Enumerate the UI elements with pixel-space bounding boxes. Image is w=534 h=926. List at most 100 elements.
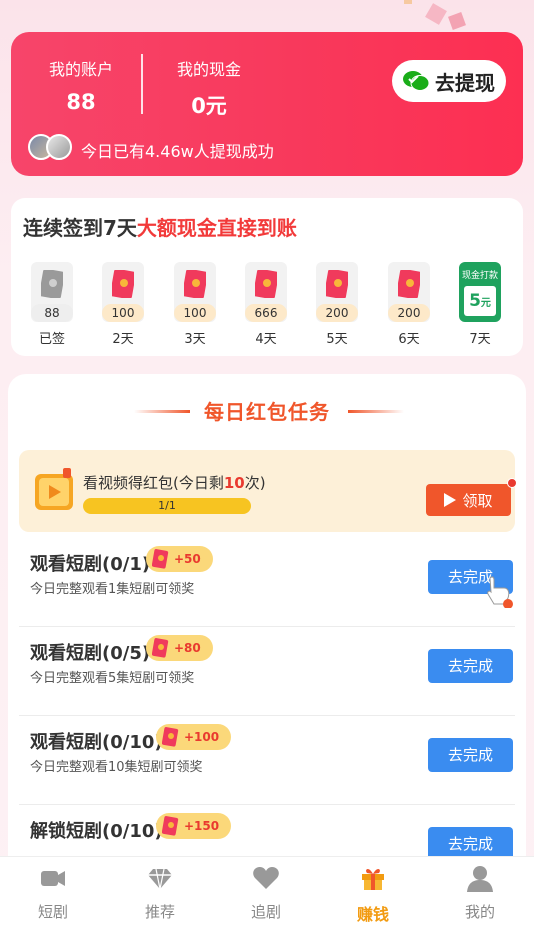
- pointing-hand-icon: [487, 576, 513, 608]
- account-label: 我的账户: [48, 60, 113, 79]
- day-amount: 100: [174, 304, 216, 322]
- day-label: 3天: [184, 332, 206, 347]
- claim-button[interactable]: 领取: [426, 484, 511, 516]
- signin-day-5[interactable]: 200 5天: [315, 262, 359, 347]
- reward-badge: +150: [156, 813, 232, 839]
- account-value: 88: [66, 90, 96, 114]
- reward-amount: +150: [184, 819, 220, 833]
- nav-label: 赚钱: [356, 905, 389, 924]
- task-name: 解锁短剧(0/10): [30, 821, 163, 842]
- day-label: 6天: [398, 332, 420, 347]
- cash-amount: 5元: [464, 286, 496, 316]
- withdraw-success-text: 今日已有4.46w人提现成功: [81, 142, 274, 161]
- red-packet-icon: [152, 549, 169, 569]
- signin-day-2[interactable]: 100 2天: [101, 262, 145, 347]
- nav-label: 推荐: [144, 903, 175, 921]
- nav-item-follow[interactable]: 追剧: [213, 857, 319, 926]
- play-video-icon: [35, 468, 73, 510]
- video-task-title: 看视频得红包(今日剩10次): [83, 472, 266, 493]
- wechat-icon: [403, 71, 429, 91]
- signin-title: 连续签到7天大额现金直接到账: [23, 212, 297, 241]
- signin-title-highlight: 大额现金直接到账: [136, 216, 297, 240]
- signin-day-4[interactable]: 666 4天: [244, 262, 288, 347]
- video-remaining: 10: [223, 474, 245, 492]
- task-header-title: 每日红包任务: [204, 400, 330, 424]
- cash-value: 0元: [191, 94, 227, 118]
- reward-amount: +100: [184, 730, 220, 744]
- task-desc: 今日完整观看5集短剧可领奖: [30, 671, 195, 686]
- user-icon: [467, 866, 493, 892]
- day-amount: 100: [102, 304, 144, 322]
- nav-label: 短剧: [37, 903, 68, 921]
- red-packet-icon: [41, 270, 63, 298]
- reward-badge: +80: [146, 635, 213, 661]
- day-amount: 200: [388, 304, 430, 322]
- complete-task-button[interactable]: 去完成: [428, 649, 513, 683]
- task-row: 观看短剧(0/5) +80 今日完整观看5集短剧可领奖 去完成: [19, 627, 515, 716]
- day-label: 4天: [255, 332, 277, 347]
- cash-number: 5: [469, 291, 481, 311]
- cash-label: 我的现金: [176, 60, 241, 79]
- video-task-banner: 看视频得红包(今日剩10次) 1/1 领取: [19, 450, 517, 532]
- nav-label: 追剧: [250, 903, 281, 921]
- reward-amount: +80: [174, 641, 201, 655]
- signin-day-1[interactable]: 88 已签: [30, 262, 74, 347]
- reward-badge: +50: [146, 546, 213, 572]
- day-amount: 88: [31, 304, 73, 322]
- signin-day-7[interactable]: 现金打款 5元 7天: [458, 262, 502, 347]
- red-packet-icon: [162, 727, 179, 747]
- red-packet-icon: [152, 638, 169, 658]
- day-label: 7天: [469, 332, 491, 347]
- play-icon: [444, 493, 457, 507]
- withdraw-label: 去提现: [435, 70, 495, 95]
- nav-item-drama[interactable]: 短剧: [0, 857, 106, 926]
- bottom-nav: 短剧 推荐 追剧 赚钱 我的: [0, 856, 534, 926]
- account-card: 我的账户 88 我的现金 0元 去提现 今日已有4.46w人提现成功: [11, 32, 523, 176]
- red-packet-icon: [255, 270, 277, 298]
- day-label: 2天: [112, 332, 134, 347]
- header-line-left: [134, 410, 190, 413]
- cash-title: 现金打款: [461, 271, 498, 281]
- nav-item-mine[interactable]: 我的: [427, 857, 533, 926]
- nav-label: 我的: [464, 903, 495, 921]
- task-card: 每日红包任务 看视频得红包(今日剩10次) 1/1 领取 观看短剧(0/1) +…: [8, 374, 526, 926]
- withdraw-button[interactable]: 去提现: [392, 60, 506, 102]
- claim-label: 领取: [462, 491, 493, 510]
- header-line-right: [348, 410, 404, 413]
- red-packet-icon: [162, 816, 179, 836]
- day-label: 已签: [38, 332, 65, 347]
- nav-item-recommend[interactable]: 推荐: [107, 857, 213, 926]
- diamond-icon: [148, 868, 172, 890]
- day-amount: 200: [316, 304, 358, 322]
- task-row: 观看短剧(0/10) +100 今日完整观看10集短剧可领奖 去完成: [19, 716, 515, 805]
- cash-unit: 元: [480, 298, 491, 309]
- video-icon: [41, 871, 65, 886]
- signin-day-3[interactable]: 100 3天: [173, 262, 217, 347]
- task-name: 观看短剧(0/5): [30, 643, 151, 664]
- reward-badge: +100: [156, 724, 232, 750]
- red-packet-icon: [398, 270, 420, 298]
- task-header: 每日红包任务: [8, 396, 526, 425]
- gift-icon: [362, 868, 384, 890]
- day-amount: 666: [245, 304, 287, 322]
- task-name: 观看短剧(0/1): [30, 554, 151, 575]
- signin-day-6[interactable]: 200 6天: [387, 262, 431, 347]
- task-name: 观看短剧(0/10): [30, 732, 163, 753]
- task-row: 观看短剧(0/1) +50 今日完整观看1集短剧可领奖 去完成: [19, 538, 515, 627]
- avatar-group: [28, 134, 76, 160]
- video-title-prefix: 看视频得红包(今日剩: [83, 474, 224, 492]
- red-packet-icon: [326, 270, 348, 298]
- complete-task-button[interactable]: 去完成: [428, 738, 513, 772]
- heart-icon: [253, 867, 279, 889]
- red-packet-icon: [184, 270, 206, 298]
- nav-item-earn[interactable]: 赚钱: [320, 857, 426, 926]
- red-packet-icon: [112, 270, 134, 298]
- avatar: [46, 134, 72, 160]
- signin-title-prefix: 连续签到7天: [23, 216, 137, 240]
- day-label: 5天: [326, 332, 348, 347]
- notification-dot: [507, 478, 517, 488]
- task-desc: 今日完整观看10集短剧可领奖: [30, 760, 203, 775]
- video-progress-bar: 1/1: [83, 498, 251, 514]
- task-desc: 今日完整观看1集短剧可领奖: [30, 582, 195, 597]
- reward-amount: +50: [174, 552, 201, 566]
